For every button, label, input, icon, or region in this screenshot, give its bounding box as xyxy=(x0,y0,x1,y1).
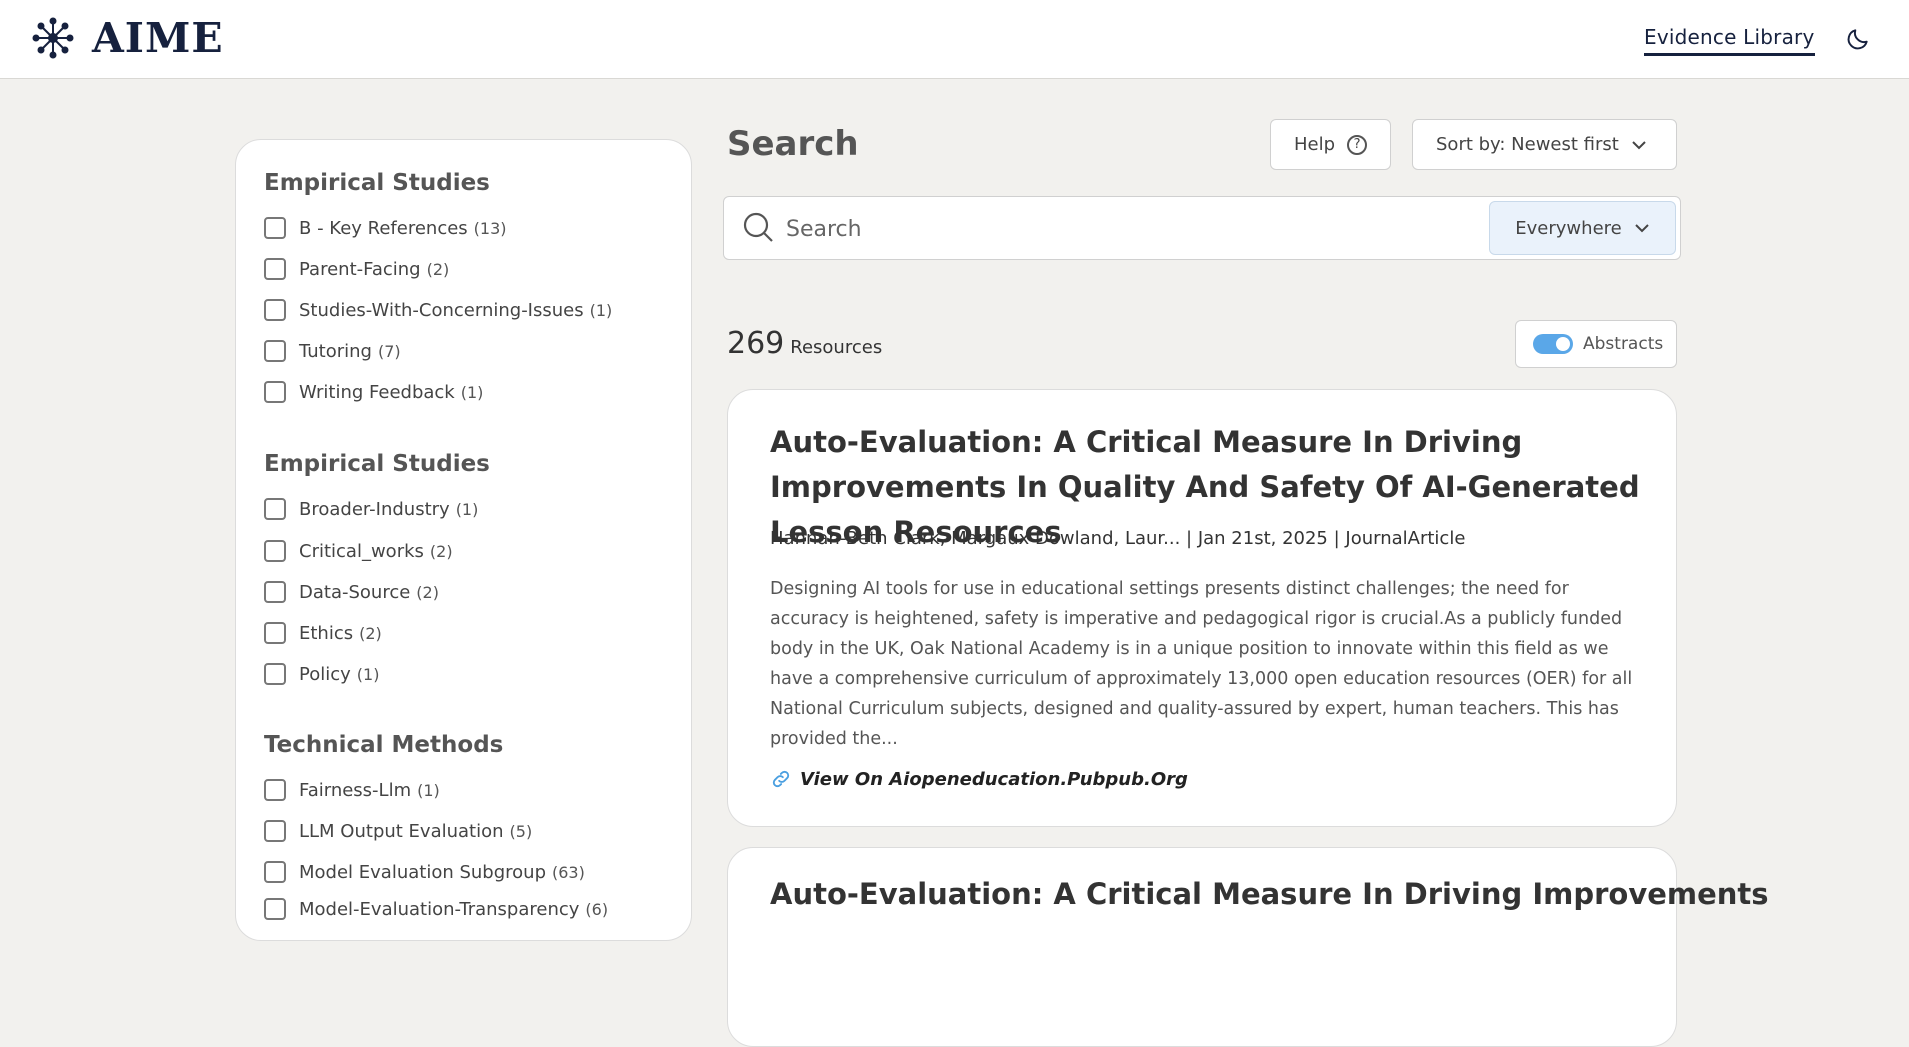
result-external-link[interactable]: View On Aiopeneducation.Pubpub.Org xyxy=(770,768,1188,790)
filter-checkbox-item[interactable]: Ethics (2) xyxy=(264,622,382,644)
checkbox[interactable] xyxy=(264,861,286,883)
search-icon xyxy=(743,212,773,242)
filter-label: Studies-With-Concerning-Issues xyxy=(299,299,584,321)
top-bar: AIME Evidence Library xyxy=(0,0,1909,79)
filter-checkbox-item[interactable]: Broader-Industry (1) xyxy=(264,498,478,520)
filter-label: Ethics xyxy=(299,622,354,644)
filter-count: (2) xyxy=(429,541,453,561)
filter-count: (1) xyxy=(460,382,484,402)
scope-label: Everywhere xyxy=(1515,217,1622,239)
help-button[interactable]: Help ? xyxy=(1270,119,1391,170)
link-icon xyxy=(772,770,790,788)
search-input[interactable] xyxy=(784,205,1208,253)
checkbox[interactable] xyxy=(264,820,286,842)
filter-group-title: Technical Methods xyxy=(264,732,504,758)
checkbox[interactable] xyxy=(264,540,286,562)
filter-label: Parent-Facing xyxy=(299,258,421,280)
filter-label: Critical_works xyxy=(299,540,424,562)
checkbox[interactable] xyxy=(264,779,286,801)
checkbox[interactable] xyxy=(264,898,286,920)
filter-label: B - Key References xyxy=(299,217,468,239)
chevron-down-icon xyxy=(1635,224,1649,233)
search-bar: Everywhere xyxy=(723,196,1681,260)
filter-checkbox-item[interactable]: Model Evaluation Subgroup (63) xyxy=(264,861,585,883)
filter-count: (2) xyxy=(426,259,450,279)
filter-count: (1) xyxy=(455,499,479,519)
filter-count: (63) xyxy=(552,862,585,882)
results-count: 269 Resources xyxy=(727,326,882,361)
abstracts-toggle[interactable]: Abstracts xyxy=(1515,320,1677,368)
filter-checkbox-item[interactable]: Tutoring (7) xyxy=(264,340,401,362)
filter-label: Policy xyxy=(299,663,351,685)
results-count-label: Resources xyxy=(790,337,883,358)
filter-checkbox-item[interactable]: Fairness-Llm (1) xyxy=(264,779,440,801)
filter-checkbox-item[interactable]: Studies-With-Concerning-Issues (1) xyxy=(264,299,612,321)
checkbox[interactable] xyxy=(264,663,286,685)
filter-label: Model-Evaluation-Transparency xyxy=(299,898,580,920)
filter-count: (1) xyxy=(589,300,613,320)
filter-count: (2) xyxy=(359,623,382,643)
nav-evidence-library[interactable]: Evidence Library xyxy=(1644,25,1815,56)
sort-dropdown[interactable]: Sort by: Newest first xyxy=(1412,119,1677,170)
filter-checkbox-item[interactable]: B - Key References (13) xyxy=(264,217,507,239)
filter-count: (1) xyxy=(356,664,380,684)
filter-group-title: Empirical Studies xyxy=(264,451,490,477)
checkbox[interactable] xyxy=(264,340,286,362)
logo-text: AIME xyxy=(92,14,224,62)
filter-checkbox-item[interactable]: Writing Feedback (1) xyxy=(264,381,483,403)
result-meta: Hannah-Beth Clark, Margaux Dowland, Laur… xyxy=(770,528,1466,549)
filter-count: (1) xyxy=(417,780,440,800)
checkbox[interactable] xyxy=(264,299,286,321)
filter-checkbox-item[interactable]: Data-Source (2) xyxy=(264,581,439,603)
question-circle-icon: ? xyxy=(1347,134,1368,155)
aime-logo-icon xyxy=(32,17,74,59)
checkbox[interactable] xyxy=(264,498,286,520)
toggle-switch[interactable] xyxy=(1533,334,1573,354)
filter-count: (13) xyxy=(473,218,507,238)
search-scope-dropdown[interactable]: Everywhere xyxy=(1489,201,1676,255)
filter-label: Broader-Industry xyxy=(299,498,450,520)
result-abstract: Designing AI tools for use in educationa… xyxy=(770,579,1633,749)
filter-label: Tutoring xyxy=(299,340,372,362)
help-label: Help xyxy=(1293,134,1336,155)
logo[interactable]: AIME xyxy=(32,14,224,62)
checkbox[interactable] xyxy=(264,581,286,603)
filter-label: Writing Feedback xyxy=(299,381,455,403)
filter-label: Fairness-Llm xyxy=(299,779,412,801)
checkbox[interactable] xyxy=(264,622,286,644)
checkbox[interactable] xyxy=(264,217,286,239)
filter-count: (5) xyxy=(509,821,533,841)
filter-count: (6) xyxy=(585,899,609,919)
result-link-label: View On Aiopeneducation.Pubpub.Org xyxy=(800,768,1188,790)
filter-label: Model Evaluation Subgroup xyxy=(299,861,546,883)
filter-checkbox-item[interactable]: Model-Evaluation-Transparency (6) xyxy=(264,898,608,920)
filter-count: (2) xyxy=(416,582,439,602)
checkbox[interactable] xyxy=(264,381,286,403)
filter-checkbox-item[interactable]: Critical_works (2) xyxy=(264,540,453,562)
filter-checkbox-item[interactable]: Parent-Facing (2) xyxy=(264,258,449,280)
abstracts-label: Abstracts xyxy=(1583,334,1664,354)
filter-label: LLM Output Evaluation xyxy=(299,820,504,842)
page-title: Search xyxy=(727,124,859,164)
result-card: Auto-Evaluation: A Critical Measure In D… xyxy=(727,847,1769,1047)
sort-label: Sort by: Newest first xyxy=(1436,134,1619,155)
filter-label: Data-Source xyxy=(299,581,411,603)
result-card: Auto-Evaluation: A Critical Measure In D… xyxy=(727,389,1677,827)
checkbox[interactable] xyxy=(264,258,286,280)
results-count-number: 269 xyxy=(727,326,785,361)
filter-checkbox-item[interactable]: LLM Output Evaluation (5) xyxy=(264,820,532,842)
chevron-down-icon xyxy=(1632,140,1646,149)
filter-sidebar: Empirical Studies B - Key References (13)… xyxy=(235,139,692,941)
result-title[interactable]: Auto-Evaluation: A Critical Measure In D… xyxy=(770,872,1769,917)
filter-checkbox-item[interactable]: Policy (1) xyxy=(264,663,379,685)
moon-icon[interactable] xyxy=(1845,26,1871,52)
filter-count: (7) xyxy=(377,341,401,361)
filter-group-title: Empirical Studies xyxy=(264,170,490,196)
